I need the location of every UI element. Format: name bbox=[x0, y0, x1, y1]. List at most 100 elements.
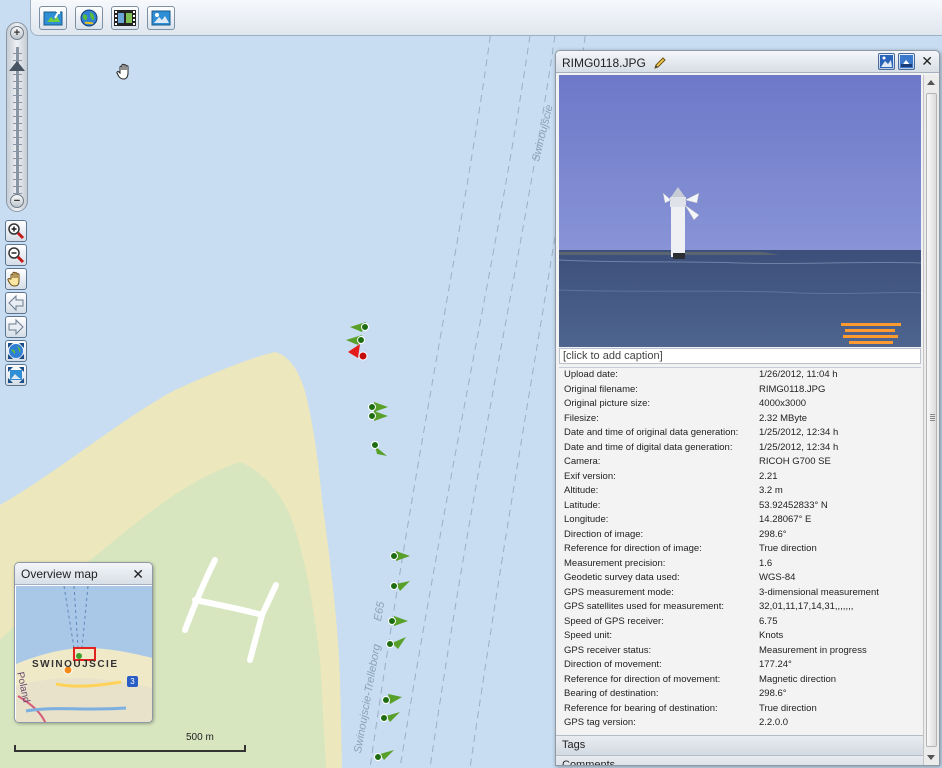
exif-row: Exif version: 2.21 bbox=[559, 470, 921, 485]
exif-row: GPS satellites used for measurement: 32,0… bbox=[559, 600, 921, 615]
photo-marker[interactable] bbox=[378, 710, 402, 724]
scale-label: 500 m bbox=[186, 732, 214, 743]
photo-icon bbox=[151, 10, 171, 26]
photo-title: RIMG0118.JPG bbox=[562, 55, 646, 70]
scroll-up-arrow[interactable] bbox=[927, 80, 935, 85]
exif-row: GPS receiver status: Measurement in progr… bbox=[559, 644, 921, 659]
back-button[interactable] bbox=[5, 292, 27, 314]
overview-map-header[interactable]: Overview map ✕ bbox=[15, 563, 152, 585]
tags-section-header[interactable]: Tags bbox=[556, 735, 923, 755]
exif-value: True direction bbox=[759, 702, 817, 714]
exif-label: Speed of GPS receiver: bbox=[564, 615, 664, 627]
exif-row: Camera: RICOH G700 SE bbox=[559, 455, 921, 470]
fit-photos-button[interactable] bbox=[5, 364, 27, 386]
photo-marker[interactable] bbox=[372, 748, 396, 762]
selected-photo-marker[interactable] bbox=[346, 342, 374, 362]
exif-label: Original picture size: bbox=[564, 398, 651, 409]
photo-marker[interactable] bbox=[380, 692, 404, 706]
forward-button[interactable] bbox=[5, 316, 27, 338]
exif-row: GPS tag version: 2.2.0.0 bbox=[559, 716, 921, 731]
exif-value: 298.6° bbox=[759, 528, 787, 540]
exif-value: 2.32 MByte bbox=[759, 412, 808, 424]
upload-button[interactable] bbox=[39, 6, 67, 30]
photo-marker[interactable] bbox=[388, 579, 412, 593]
exif-row: Reference for direction of image: True di… bbox=[559, 542, 921, 557]
exif-value: 2.21 bbox=[759, 470, 778, 482]
exif-value: Measurement in progress bbox=[759, 644, 867, 656]
overview-close-button[interactable]: ✕ bbox=[132, 566, 144, 583]
lighthouse-photo bbox=[559, 75, 921, 347]
top-toolbar bbox=[30, 0, 942, 36]
zoom-in-icon bbox=[8, 223, 25, 240]
filmstrip-button[interactable] bbox=[111, 6, 139, 30]
exif-row: Upload date: 1/26/2012, 11:04 h bbox=[559, 368, 921, 383]
exif-value: 1/26/2012, 11:04 h bbox=[759, 369, 838, 380]
exif-label: Camera: bbox=[564, 456, 601, 467]
exif-value: 3.2 m bbox=[759, 485, 783, 496]
exif-row: Original filename: RIMG0118.JPG bbox=[559, 383, 921, 398]
exif-label: Latitude: bbox=[564, 499, 601, 511]
caption-field[interactable]: [click to add caption] bbox=[559, 348, 921, 364]
photo-panel-header[interactable]: RIMG0118.JPG ✕ bbox=[556, 51, 939, 73]
exif-value: 2.2.0.0 bbox=[759, 717, 789, 728]
exif-row: Speed of GPS receiver: 6.75 bbox=[559, 615, 921, 630]
exif-label: GPS satellites used for measurement: bbox=[564, 601, 724, 612]
exif-label: Bearing of destination: bbox=[564, 688, 659, 699]
exif-row: GPS measurement mode: 3-dimensional measu… bbox=[559, 586, 921, 601]
exif-value: RICOH G700 SE bbox=[759, 456, 831, 467]
exif-label: Date and time of original data generatio… bbox=[564, 427, 739, 438]
photo-marker[interactable] bbox=[384, 635, 408, 651]
photo-marker[interactable] bbox=[366, 409, 390, 423]
exif-value: WGS-84 bbox=[759, 572, 796, 583]
zoom-slider[interactable]: + − bbox=[6, 22, 28, 212]
view-photo-button[interactable] bbox=[878, 53, 896, 70]
exif-label: GPS measurement mode: bbox=[564, 586, 674, 598]
globe-button[interactable] bbox=[75, 6, 103, 30]
zoom-in-button[interactable] bbox=[5, 220, 27, 242]
zoom-slider-plus-button[interactable]: + bbox=[10, 26, 24, 40]
exif-row: Reference for bearing of destination: Tru… bbox=[559, 702, 921, 717]
exif-label: Speed unit: bbox=[564, 630, 613, 641]
scroll-thumb[interactable] bbox=[926, 93, 937, 747]
photo-marker[interactable] bbox=[386, 614, 410, 628]
exif-label: Exif version: bbox=[564, 470, 616, 482]
overview-map-title: Overview map bbox=[21, 567, 98, 581]
photo-marker[interactable] bbox=[388, 549, 412, 563]
exif-label: Original filename: bbox=[564, 383, 638, 395]
comments-section-header[interactable]: Comments bbox=[556, 755, 923, 765]
zoom-out-button[interactable] bbox=[5, 244, 27, 266]
globe-icon bbox=[80, 9, 98, 27]
exif-label: Measurement precision: bbox=[564, 557, 666, 569]
pan-button[interactable] bbox=[5, 268, 27, 290]
exif-value: 1/25/2012, 12:34 h bbox=[759, 427, 839, 438]
panel-scrollbar[interactable] bbox=[923, 75, 939, 765]
photo-marker[interactable] bbox=[369, 440, 389, 460]
photo-info-panel: RIMG0118.JPG ✕ [click to add caption] Up… bbox=[555, 50, 940, 766]
photo-button[interactable] bbox=[147, 6, 175, 30]
exif-label: Longitude: bbox=[564, 514, 609, 525]
zoom-extent-button[interactable] bbox=[5, 340, 27, 362]
exif-row: Date and time of digital data generation… bbox=[559, 441, 921, 456]
pencil-icon[interactable] bbox=[653, 56, 667, 70]
exif-row: Latitude: 53.92452833° N bbox=[559, 499, 921, 514]
overview-map-canvas[interactable] bbox=[16, 586, 153, 723]
exif-value: 14.28067° E bbox=[759, 514, 812, 525]
exif-label: Upload date: bbox=[564, 369, 618, 380]
zoom-slider-minus-button[interactable]: − bbox=[10, 194, 24, 208]
exif-value: 1.6 bbox=[759, 557, 773, 569]
exif-label: Date and time of digital data generation… bbox=[564, 441, 733, 453]
photo-preview[interactable] bbox=[559, 75, 921, 347]
scroll-down-arrow[interactable] bbox=[927, 755, 935, 760]
exif-label: Reference for direction of movement: bbox=[564, 673, 721, 685]
photo-panel-close-button[interactable]: ✕ bbox=[921, 53, 933, 70]
exif-label: Reference for direction of image: bbox=[564, 543, 702, 554]
exif-value: 53.92452833° N bbox=[759, 499, 828, 511]
exif-value: 298.6° bbox=[759, 688, 787, 699]
exif-row: Direction of movement: 177.24° bbox=[559, 658, 921, 673]
exif-value: Magnetic direction bbox=[759, 673, 837, 685]
zoom-slider-thumb[interactable] bbox=[9, 61, 25, 71]
exif-row: Filesize: 2.32 MByte bbox=[559, 412, 921, 427]
photo-marker[interactable] bbox=[348, 320, 372, 334]
exif-value: True direction bbox=[759, 543, 817, 554]
photo-detail-button[interactable] bbox=[898, 53, 916, 70]
